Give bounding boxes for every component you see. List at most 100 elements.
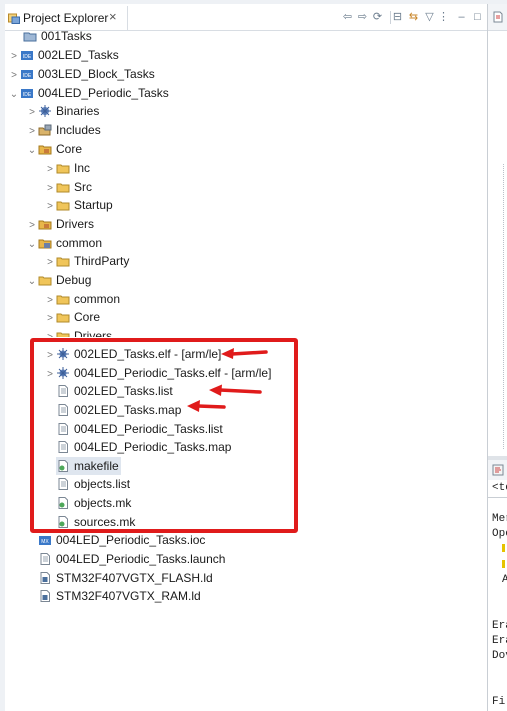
folder-icon bbox=[56, 164, 70, 174]
tree-item[interactable]: > Binaries bbox=[26, 102, 99, 120]
tree-item[interactable]: > Inc bbox=[44, 159, 90, 177]
maximize-icon[interactable]: □ bbox=[471, 11, 484, 24]
tree-item-label: ThirdParty bbox=[74, 254, 130, 268]
folder-icon bbox=[38, 276, 52, 286]
folder-icon bbox=[56, 313, 70, 323]
link-with-editor-icon[interactable]: ⇆ bbox=[407, 11, 420, 24]
chevron-down-icon[interactable]: ⌄ bbox=[26, 236, 38, 254]
console-marker bbox=[502, 560, 505, 568]
tree-item[interactable]: > Drivers bbox=[44, 327, 112, 337]
ide-project-icon: IDE bbox=[21, 70, 33, 79]
chevron-right-icon[interactable]: > bbox=[44, 329, 56, 337]
forward-icon[interactable]: ⇨ bbox=[356, 11, 369, 24]
tree-item[interactable]: > ThirdParty bbox=[44, 252, 129, 270]
editor-file-icon[interactable] bbox=[492, 11, 504, 23]
tree-item[interactable]: MX 004LED_Periodic_Tasks.ioc bbox=[38, 531, 205, 549]
minimize-icon[interactable]: ‒ bbox=[455, 11, 468, 24]
tree-item-label: Drivers bbox=[74, 329, 112, 337]
console-text: Ope bbox=[492, 528, 507, 540]
console-marker bbox=[502, 544, 505, 552]
console-divider bbox=[488, 497, 507, 498]
folder-icon bbox=[56, 332, 70, 337]
svg-text:IDE: IDE bbox=[23, 54, 32, 60]
back-icon[interactable]: ⇦ bbox=[341, 11, 354, 24]
chevron-down-icon[interactable]: ⌄ bbox=[8, 86, 20, 104]
tree-item-label: common bbox=[56, 236, 103, 250]
tree-item[interactable]: > IDE 003LED_Block_Tasks bbox=[8, 65, 155, 83]
tree-item-label: 004LED_Periodic_Tasks.launch bbox=[56, 552, 226, 566]
tree-item[interactable]: 004LED_Periodic_Tasks.launch bbox=[38, 550, 225, 568]
tree-item-label: Debug bbox=[56, 273, 92, 287]
tree-item[interactable]: ⌄ Debug bbox=[26, 271, 92, 291]
chevron-down-icon[interactable]: ⌄ bbox=[26, 142, 38, 160]
chevron-down-icon[interactable]: ⌄ bbox=[26, 273, 38, 291]
tree-item[interactable]: ⌄ IDE 004LED_Periodic_Tasks bbox=[8, 84, 169, 102]
tree-item-label: Drivers bbox=[56, 217, 94, 231]
binaries-icon bbox=[39, 105, 51, 117]
tree-item-label: 002LED_Tasks bbox=[38, 48, 119, 62]
source-folder-icon bbox=[38, 220, 52, 230]
chevron-right-icon[interactable]: > bbox=[44, 161, 56, 179]
chevron-right-icon[interactable]: > bbox=[44, 198, 56, 216]
tree-item-label: Includes bbox=[56, 123, 101, 137]
console-text: Mer bbox=[492, 513, 507, 525]
annotation-arrow-icon bbox=[187, 400, 226, 412]
ide-project-icon: IDE bbox=[21, 89, 33, 98]
annotation-arrow-icon bbox=[209, 384, 262, 396]
tree-item-label: Src bbox=[74, 180, 92, 194]
close-icon[interactable]: × bbox=[109, 9, 117, 24]
editor-line-markers bbox=[503, 164, 506, 449]
tab-title: Project Explorer bbox=[23, 11, 109, 25]
ide-project-icon: IDE bbox=[21, 51, 33, 60]
tree-item[interactable]: ⌄ common bbox=[26, 234, 102, 252]
refresh-icon[interactable]: ⟳ bbox=[371, 11, 384, 24]
annotation-highlight-box bbox=[30, 338, 298, 533]
tree-item[interactable]: > Startup bbox=[44, 196, 113, 214]
console-text: Era bbox=[492, 635, 507, 647]
tree-item[interactable]: 001Tasks bbox=[11, 27, 92, 45]
folder-icon bbox=[56, 183, 70, 193]
tree-item-label: 003LED_Block_Tasks bbox=[38, 67, 155, 81]
chevron-right-icon[interactable]: > bbox=[26, 217, 38, 235]
tree-item[interactable]: > Src bbox=[44, 178, 92, 196]
chevron-right-icon[interactable]: > bbox=[8, 67, 20, 85]
text-file-icon bbox=[40, 553, 50, 565]
filter-icon[interactable]: ▽ bbox=[423, 11, 436, 24]
tree-item[interactable]: > common bbox=[44, 290, 120, 308]
chevron-right-icon[interactable]: > bbox=[44, 254, 56, 272]
tree-item-label: 001Tasks bbox=[41, 29, 92, 43]
svg-text:IDE: IDE bbox=[23, 73, 32, 79]
svg-text:MX: MX bbox=[41, 539, 49, 545]
chevron-right-icon[interactable]: > bbox=[44, 310, 56, 328]
chevron-right-icon[interactable]: > bbox=[26, 123, 38, 141]
tree-item-label: Startup bbox=[74, 198, 113, 212]
includes-icon bbox=[38, 124, 52, 136]
linker-script-icon bbox=[40, 590, 50, 602]
tree-item[interactable]: > Core bbox=[44, 308, 100, 326]
console-tabbar bbox=[488, 460, 507, 480]
tree-item-label: STM32F407VGTX_RAM.ld bbox=[56, 589, 201, 603]
annotation-arrow-icon bbox=[221, 348, 268, 359]
tree-item[interactable]: > IDE 002LED_Tasks bbox=[8, 46, 119, 64]
collapse-all-icon[interactable]: ⊟ bbox=[390, 11, 404, 24]
folder-icon bbox=[56, 201, 70, 211]
tree-item-label: common bbox=[74, 292, 121, 306]
console-text: A bbox=[502, 574, 507, 586]
view-menu-icon[interactable]: ⋮ bbox=[437, 11, 450, 24]
tree-item[interactable]: STM32F407VGTX_RAM.ld bbox=[38, 587, 201, 605]
console-icon[interactable] bbox=[492, 464, 504, 476]
console-text: Dov bbox=[492, 650, 507, 662]
tree-item[interactable]: ⌄ Core bbox=[26, 140, 82, 158]
tree-item-label: Core bbox=[74, 310, 101, 324]
svg-text:IDE: IDE bbox=[23, 92, 32, 98]
linker-script-icon bbox=[40, 572, 50, 584]
tree-item[interactable]: > Includes bbox=[26, 121, 101, 139]
tree-item[interactable]: > Drivers bbox=[26, 215, 94, 233]
chevron-right-icon[interactable]: > bbox=[8, 48, 20, 66]
chevron-right-icon[interactable]: > bbox=[26, 104, 38, 122]
tree-item[interactable]: STM32F407VGTX_FLASH.ld bbox=[38, 569, 213, 587]
folder-icon bbox=[56, 295, 70, 305]
linked-folder-icon bbox=[38, 239, 52, 249]
tree-item-label: 004LED_Periodic_Tasks bbox=[38, 86, 169, 100]
tree-item-label: Core bbox=[56, 142, 83, 156]
